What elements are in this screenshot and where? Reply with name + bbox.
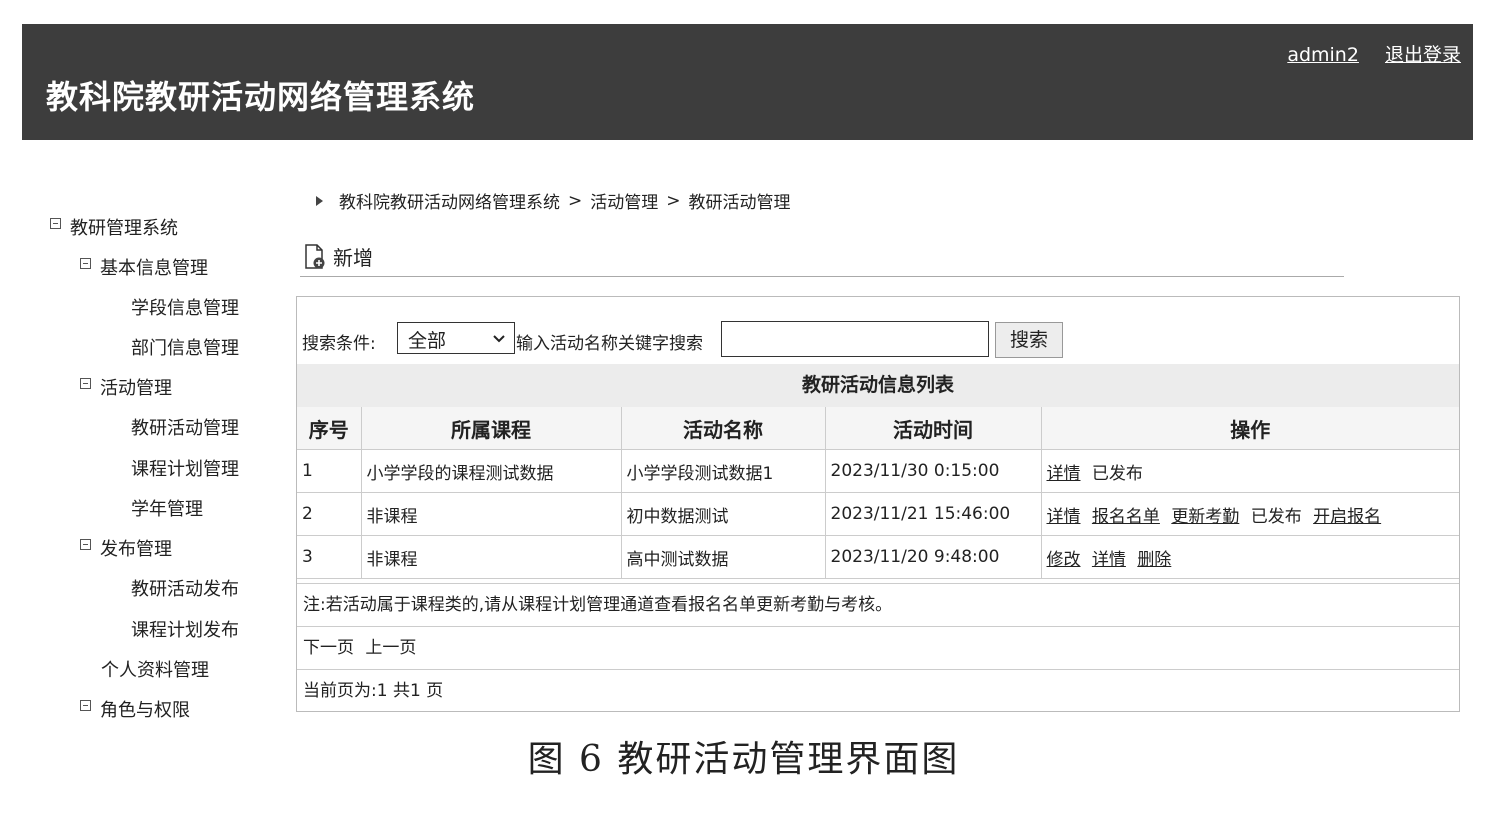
sidebar-item-label: 个人资料管理 (101, 660, 209, 681)
toolbar: 新增 (300, 240, 1344, 277)
sidebar-item-label: 课程计划发布 (131, 620, 239, 641)
activity-table: 序号 所属课程 活动名称 活动时间 操作 1 小学学段的课程测试数据 小学学段测… (297, 407, 1459, 579)
table-row: 2 非课程 初中数据测试 2023/11/21 15:46:00 详情 报名名单… (297, 492, 1459, 536)
add-new-button[interactable]: 新增 (303, 242, 373, 271)
breadcrumb-arrow-icon (316, 195, 323, 206)
detail-link[interactable]: 详情 (1047, 507, 1081, 527)
update-attendance-link[interactable]: 更新考勤 (1171, 507, 1239, 527)
table-row: 3 非课程 高中测试数据 2023/11/20 9:48:00 修改 详情 删除 (297, 535, 1459, 579)
tree-group-activity[interactable]: 活动管理 (80, 374, 172, 400)
column-header: 序号 (297, 407, 362, 450)
cell-index: 1 (297, 449, 362, 493)
table-row: 1 小学学段的课程测试数据 小学学段测试数据1 2023/11/30 0:15:… (297, 449, 1459, 493)
search-condition-label: 搜索条件: (302, 334, 376, 354)
sidebar-item-profile[interactable]: 个人资料管理 (101, 656, 209, 682)
sidebar-item-label: 课程计划管理 (131, 459, 239, 480)
new-document-icon (305, 243, 325, 269)
collapse-icon[interactable] (80, 257, 91, 269)
app-title: 教科院教研活动网络管理系统 (46, 78, 476, 116)
select-value: 全部 (408, 330, 447, 352)
app-header: 教科院教研活动网络管理系统 admin2 退出登录 (22, 24, 1473, 140)
tree-root-label: 教研管理系统 (70, 218, 178, 239)
tree-group-label: 角色与权限 (100, 700, 190, 721)
tree-group-publish[interactable]: 发布管理 (80, 535, 172, 561)
tree-group-roles[interactable]: 角色与权限 (80, 696, 190, 722)
user-links: admin2 退出登录 (1267, 40, 1461, 67)
breadcrumb-item[interactable]: 活动管理 (590, 188, 658, 213)
sidebar-item-plan-publish[interactable]: 课程计划发布 (131, 616, 239, 642)
next-page-link[interactable]: 下一页 (303, 638, 354, 658)
logout-link[interactable]: 退出登录 (1385, 44, 1461, 66)
add-new-label: 新增 (333, 246, 373, 270)
published-status: 已发布 (1250, 506, 1302, 527)
cell-index: 3 (297, 535, 362, 579)
delete-link[interactable]: 删除 (1137, 550, 1171, 570)
cell-course: 非课程 (360, 492, 622, 536)
detail-link[interactable]: 详情 (1092, 550, 1126, 570)
cell-time: 2023/11/20 9:48:00 (824, 535, 1042, 579)
edit-link[interactable]: 修改 (1047, 550, 1081, 570)
cell-course: 非课程 (360, 535, 622, 579)
sidebar-item-label: 学年管理 (131, 499, 203, 520)
sidebar-item-label: 教研活动发布 (131, 579, 239, 600)
username-link[interactable]: admin2 (1287, 44, 1359, 66)
search-condition-select[interactable]: 全部 (397, 322, 515, 354)
figure-caption: 图 6 教研活动管理界面图 (527, 739, 960, 780)
cell-actions: 详情 报名名单 更新考勤 已发布 开启报名 (1040, 492, 1459, 536)
search-button[interactable]: 搜索 (995, 322, 1063, 358)
activity-panel: 搜索条件: 全部 输入活动名称关键字搜索 搜索 教研活动信息列表 序号 所属课程… (296, 296, 1460, 712)
open-signup-link[interactable]: 开启报名 (1313, 507, 1381, 527)
sidebar-item-school-year[interactable]: 学年管理 (131, 495, 203, 521)
table-header-row: 序号 所属课程 活动名称 活动时间 操作 (297, 407, 1459, 450)
sidebar-item-stage-info[interactable]: 学段信息管理 (131, 294, 239, 320)
signup-list-link[interactable]: 报名名单 (1092, 507, 1160, 527)
breadcrumb-item: 教研活动管理 (688, 193, 791, 213)
cell-course: 小学学段的课程测试数据 (360, 449, 622, 493)
cell-name: 高中测试数据 (620, 535, 826, 579)
breadcrumb-item[interactable]: 教科院教研活动网络管理系统 (339, 188, 560, 213)
tree-root[interactable]: 教研管理系统 (50, 214, 178, 240)
column-header: 所属课程 (360, 407, 622, 450)
cell-time: 2023/11/30 0:15:00 (824, 449, 1042, 493)
column-header: 操作 (1040, 407, 1459, 450)
cell-name: 小学学段测试数据1 (620, 449, 826, 493)
collapse-icon[interactable] (50, 217, 61, 229)
chevron-down-icon (493, 335, 505, 343)
tree-group-label: 活动管理 (100, 378, 172, 399)
keyword-label: 输入活动名称关键字搜索 (516, 334, 703, 354)
collapse-icon[interactable] (80, 538, 91, 550)
sidebar-item-label: 学段信息管理 (131, 298, 239, 319)
sidebar-item-research-activity[interactable]: 教研活动管理 (131, 414, 239, 440)
pager: 下一页 上一页 (297, 626, 1459, 669)
collapse-icon[interactable] (80, 699, 91, 711)
cell-index: 2 (297, 492, 362, 536)
search-input[interactable] (721, 321, 989, 357)
cell-actions: 修改 详情 删除 (1040, 535, 1459, 579)
tree-group-basic-info[interactable]: 基本信息管理 (80, 254, 208, 280)
table-note: 注:若活动属于课程类的,请从课程计划管理通道查看报名名单更新考勤与考核。 (297, 583, 1459, 626)
column-header: 活动名称 (620, 407, 826, 450)
column-header: 活动时间 (824, 407, 1042, 450)
sidebar-item-activity-publish[interactable]: 教研活动发布 (131, 575, 239, 601)
detail-link[interactable]: 详情 (1047, 464, 1081, 484)
breadcrumb: 教科院教研活动网络管理系统 > 活动管理 > 教研活动管理 (316, 188, 791, 213)
cell-time: 2023/11/21 15:46:00 (824, 492, 1042, 536)
tree-group-label: 基本信息管理 (100, 258, 208, 279)
sidebar-item-course-plan[interactable]: 课程计划管理 (131, 455, 239, 481)
table-title: 教研活动信息列表 (297, 364, 1459, 408)
cell-actions: 详情 已发布 (1040, 449, 1459, 493)
page-info: 当前页为:1 共1 页 (297, 669, 1459, 712)
search-bar: 搜索条件: 全部 输入活动名称关键字搜索 搜索 (297, 297, 1459, 365)
prev-page-link[interactable]: 上一页 (365, 638, 416, 658)
tree-group-label: 发布管理 (100, 539, 172, 560)
sidebar-item-department-info[interactable]: 部门信息管理 (131, 334, 239, 360)
sidebar-item-label: 教研活动管理 (131, 418, 239, 439)
sidebar-item-label: 部门信息管理 (131, 338, 239, 359)
breadcrumb-separator: > (568, 190, 583, 211)
collapse-icon[interactable] (80, 377, 91, 389)
published-status: 已发布 (1091, 463, 1143, 484)
cell-name: 初中数据测试 (620, 492, 826, 536)
breadcrumb-separator: > (666, 190, 681, 211)
